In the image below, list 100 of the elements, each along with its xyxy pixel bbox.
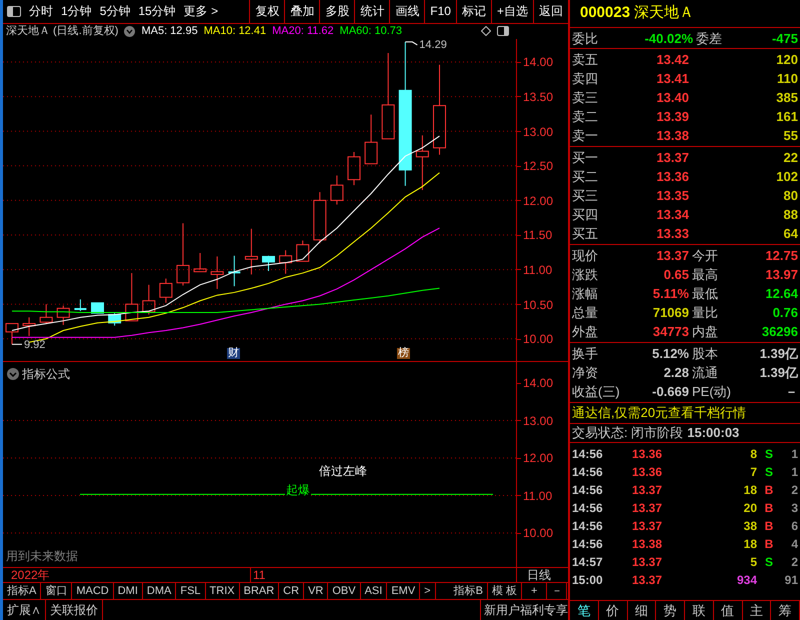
quote-value: -0.669 bbox=[651, 385, 689, 398]
bottom-tab[interactable]: 扩展∧ bbox=[3, 600, 46, 620]
toolbar-button[interactable]: 叠加 bbox=[284, 0, 320, 23]
tick-time: 15:00 bbox=[572, 574, 604, 586]
tick-price: 13.37 bbox=[632, 484, 664, 496]
quote-value: 12.75 bbox=[764, 249, 798, 262]
bottom-tab[interactable]: 关联报价 bbox=[46, 600, 103, 620]
indicator-tab[interactable]: > bbox=[420, 583, 436, 600]
month-label: 11 bbox=[252, 568, 266, 582]
window-icon[interactable] bbox=[497, 26, 509, 36]
order-price: 13.37 bbox=[655, 151, 689, 164]
panel-toggle-icon[interactable] bbox=[7, 6, 21, 17]
axis-label: 10.00 bbox=[523, 526, 554, 540]
indicator-tab[interactable]: 模 板 bbox=[488, 583, 522, 600]
indicator-tab[interactable]: ASI bbox=[360, 583, 388, 600]
tick-count: 2 bbox=[790, 556, 798, 568]
period-tab[interactable]: 分时 bbox=[25, 0, 57, 23]
tick-price: 13.37 bbox=[632, 556, 664, 568]
quote-value: 0.65 bbox=[662, 268, 689, 281]
toolbar-button[interactable]: +自选 bbox=[490, 0, 533, 23]
detail-tab[interactable]: 筹 bbox=[771, 601, 800, 620]
indicator-tab[interactable]: 指标B bbox=[450, 583, 488, 600]
tick-volume: 7 bbox=[749, 466, 757, 478]
indicator-tab[interactable]: － bbox=[547, 583, 568, 600]
tick-side: S bbox=[764, 465, 773, 479]
low-price-label: 9.92 bbox=[24, 340, 46, 351]
tick-time: 14:56 bbox=[572, 520, 604, 532]
detail-tab[interactable]: 笔 bbox=[570, 601, 599, 620]
stock-name: 深天地Ａ bbox=[634, 3, 694, 24]
collapse-icon[interactable] bbox=[7, 368, 19, 380]
event-badge[interactable]: 财 bbox=[227, 348, 240, 360]
indicator-tab[interactable]: MACD bbox=[72, 583, 114, 600]
indicator-tab[interactable]: DMA bbox=[142, 583, 176, 600]
candlestick bbox=[210, 256, 224, 290]
toolbar-button[interactable]: 标记 bbox=[456, 0, 491, 23]
candlestick bbox=[313, 192, 326, 244]
tick-count: 91 bbox=[784, 574, 798, 586]
tick-price: 13.36 bbox=[632, 466, 664, 478]
tick-price: 13.38 bbox=[632, 538, 664, 550]
detail-tab[interactable]: 价 bbox=[598, 601, 628, 620]
order-volume: 110 bbox=[776, 72, 798, 85]
dropdown-icon[interactable] bbox=[124, 26, 136, 37]
quote-label: 委比 bbox=[572, 32, 599, 44]
candlestick bbox=[228, 256, 240, 288]
indicator-tab[interactable]: CR bbox=[279, 583, 304, 600]
indicator-tab[interactable]: + bbox=[522, 583, 548, 600]
indicator-tab[interactable]: 指标A bbox=[3, 583, 42, 600]
indicator-tab[interactable]: TRIX bbox=[206, 583, 240, 600]
toolbar-button[interactable]: 统计 bbox=[354, 0, 390, 23]
order-level-label: 买五 bbox=[572, 227, 599, 240]
indicator-tab[interactable]: FSL bbox=[176, 583, 206, 600]
period-tab[interactable]: 5分钟 bbox=[96, 0, 134, 23]
indicator-tab[interactable]: 窗口 bbox=[41, 583, 72, 600]
quote-label: 最低 bbox=[691, 287, 719, 300]
candlestick bbox=[176, 223, 190, 286]
order-volume: 64 bbox=[782, 227, 798, 240]
indicator-tab[interactable]: DMI bbox=[114, 583, 143, 600]
quote-value: 1.39亿 bbox=[758, 366, 798, 379]
toolbar-button[interactable]: 返回 bbox=[533, 0, 568, 23]
order-level-label: 卖五 bbox=[572, 53, 599, 66]
toolbar-button[interactable]: 复权 bbox=[249, 0, 284, 23]
ma-value: MA10: 12.41 bbox=[204, 26, 266, 37]
detail-tab[interactable]: 细 bbox=[628, 601, 656, 620]
quote-label: 流通 bbox=[691, 366, 719, 379]
chart-title: 深天地Ａ (日线.前复权) bbox=[6, 26, 118, 37]
detail-tab[interactable]: 值 bbox=[714, 601, 742, 620]
detail-tab[interactable]: 势 bbox=[656, 601, 685, 620]
toolbar-button[interactable]: F10 bbox=[424, 0, 456, 23]
period-tab[interactable]: 15分钟 bbox=[134, 0, 180, 23]
indicator-tab[interactable]: BRAR bbox=[240, 583, 280, 600]
tick-count: 3 bbox=[790, 502, 798, 514]
axis-label: 14.00 bbox=[523, 55, 554, 70]
quote-value: 13.37 bbox=[655, 249, 689, 262]
detail-tab[interactable]: 联 bbox=[685, 601, 714, 620]
indicator-tab[interactable]: OBV bbox=[328, 583, 361, 600]
order-level-label: 买一 bbox=[572, 151, 599, 164]
quote-label: 量比 bbox=[691, 306, 719, 319]
low-marker-line bbox=[12, 344, 22, 346]
candlestick bbox=[74, 299, 86, 312]
quote-value: -475 bbox=[770, 32, 798, 44]
indicator-tab[interactable]: EMV bbox=[387, 583, 420, 600]
indicator-tab[interactable]: VR bbox=[304, 583, 328, 600]
quote-value: － bbox=[784, 385, 798, 398]
period-tab[interactable]: 1分钟 bbox=[57, 0, 96, 23]
toolbar-button[interactable]: 多股 bbox=[319, 0, 354, 23]
detail-tab[interactable]: 主 bbox=[742, 601, 772, 620]
quote-value: 13.97 bbox=[764, 268, 798, 281]
toolbar-button[interactable]: 画线 bbox=[389, 0, 424, 23]
quote-label: 股本 bbox=[691, 347, 719, 360]
order-level-label: 买三 bbox=[572, 189, 599, 202]
event-badge[interactable]: 榜 bbox=[397, 348, 410, 360]
tick-side: S bbox=[764, 555, 773, 569]
quote-value: 5.12% bbox=[651, 347, 689, 360]
quote-label: 换手 bbox=[572, 347, 599, 360]
promo-banner[interactable]: 通达信,仅需20元查看千档行情 bbox=[572, 403, 746, 423]
period-tab[interactable]: 更多 > bbox=[180, 0, 222, 23]
candlestick bbox=[6, 323, 18, 346]
high-marker-line bbox=[404, 42, 418, 46]
promo-link[interactable]: 新用户福利专享 bbox=[480, 600, 568, 620]
diamond-icon[interactable] bbox=[481, 26, 491, 36]
